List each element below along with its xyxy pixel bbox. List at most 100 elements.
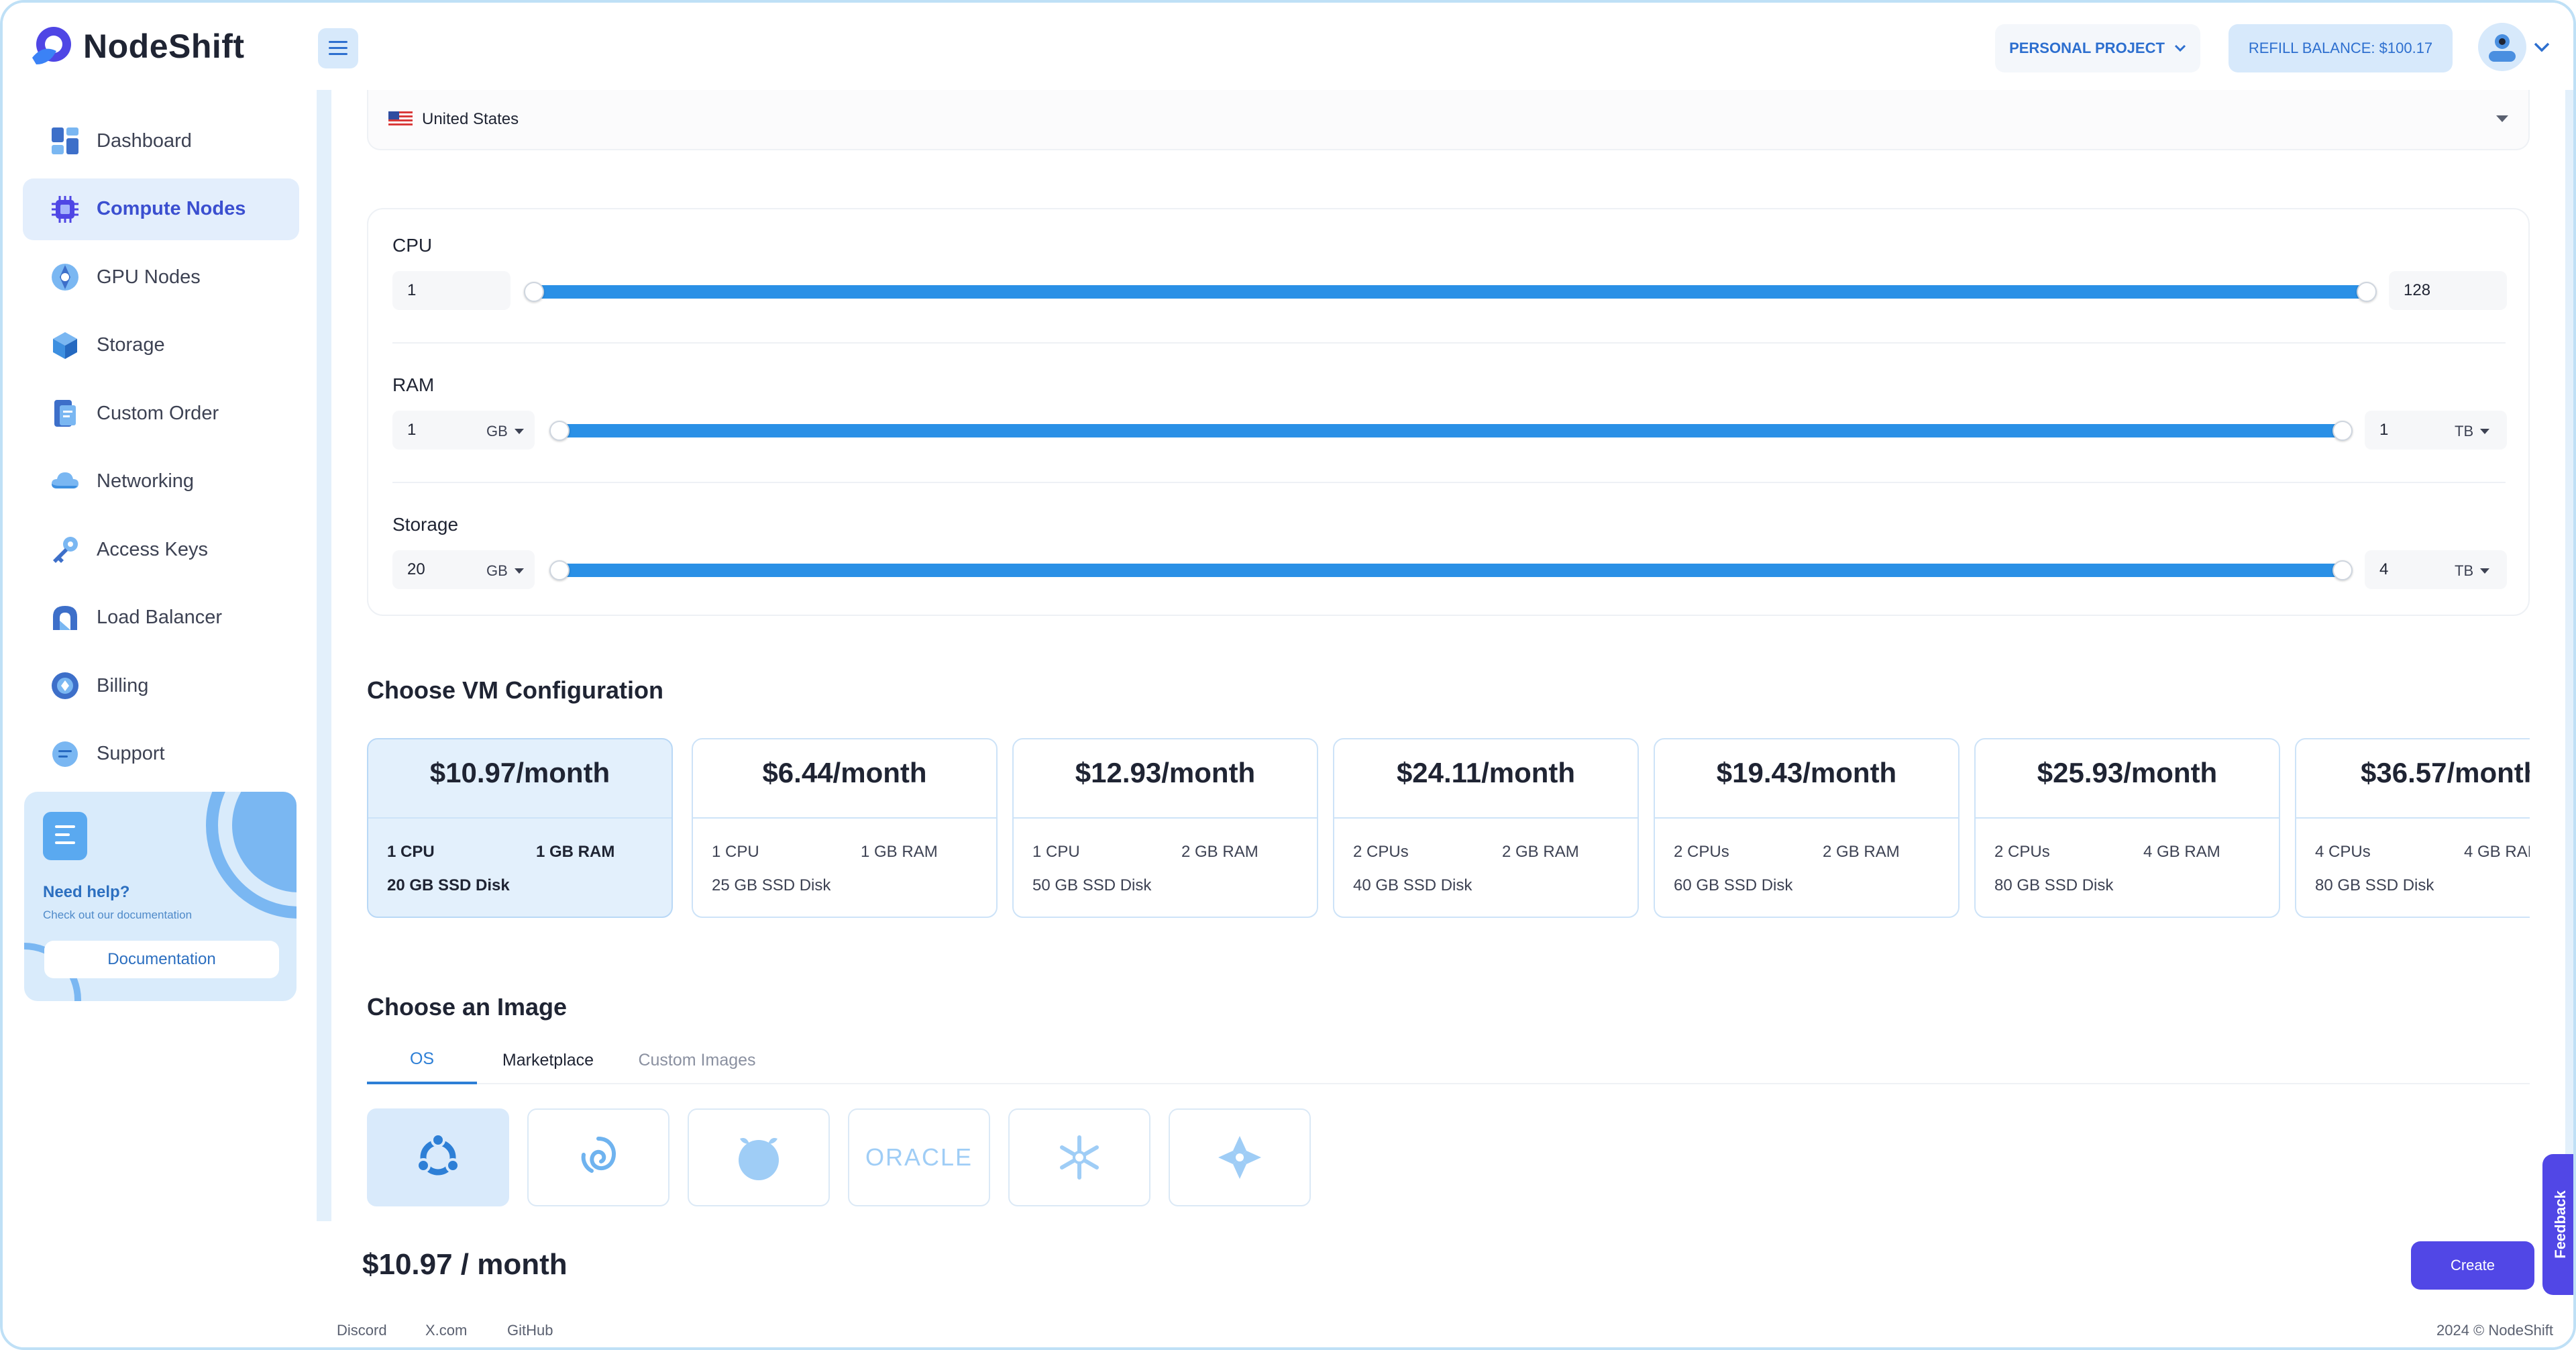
vm-price: $10.97/month	[429, 757, 610, 788]
region-value: United States	[422, 110, 519, 128]
ram-slider-track[interactable]	[557, 424, 2342, 437]
vm-price: $12.93/month	[1075, 757, 1256, 788]
sidebar-item-load-balancer[interactable]: Load Balancer	[23, 587, 299, 649]
vm-config-card[interactable]: $36.57/month 4 CPUs 4 GB RAM 80 GB SSD D…	[2295, 738, 2530, 918]
sidebar-item-access-keys[interactable]: Access Keys	[23, 519, 299, 580]
os-tile-oracle[interactable]: ORACLE	[848, 1108, 990, 1206]
divider	[1976, 817, 2279, 819]
vm-cpu: 2 CPUs	[1994, 843, 2050, 861]
sidebar-item-support[interactable]: Support	[23, 723, 299, 785]
vm-ram: 2 GB RAM	[1823, 843, 1900, 861]
cpu-min-handle[interactable]	[524, 282, 544, 302]
vm-price: $25.93/month	[2037, 757, 2218, 788]
os-tile-snowflake[interactable]	[1008, 1108, 1150, 1206]
image-tabs: OS Marketplace Custom Images	[367, 1036, 2530, 1084]
sidebar-item-label: Compute Nodes	[97, 198, 246, 219]
unit-label: TB	[2455, 562, 2474, 579]
sidebar-item-custom-order[interactable]: Custom Order	[23, 382, 299, 444]
documentation-button[interactable]: Documentation	[44, 941, 279, 978]
tab-marketplace[interactable]: Marketplace	[488, 1036, 608, 1084]
vm-price: $19.43/month	[1716, 757, 1897, 788]
hamburger-icon	[329, 41, 347, 55]
os-tile-debian[interactable]	[527, 1108, 669, 1206]
project-label: PERSONAL PROJECT	[2009, 40, 2165, 56]
footer-link-discord[interactable]: Discord	[337, 1322, 387, 1339]
vm-ram: 2 GB RAM	[1502, 843, 1579, 861]
divider	[392, 482, 2506, 483]
sidebar-item-storage[interactable]: Storage	[23, 315, 299, 376]
divider	[693, 817, 996, 819]
ram-min-unit-select[interactable]: GB	[486, 423, 524, 440]
help-decoration	[206, 792, 297, 919]
vm-disk: 50 GB SSD Disk	[1032, 876, 1152, 894]
footer-link-x[interactable]: X.com	[425, 1322, 467, 1339]
sidebar-item-networking[interactable]: Networking	[23, 451, 299, 513]
storage-max-unit-select[interactable]: TB	[2455, 562, 2490, 580]
vm-price: $24.11/month	[1396, 757, 1576, 788]
ram-max-handle[interactable]	[2332, 421, 2353, 441]
avatar-icon	[2489, 34, 2516, 62]
sidebar-item-label: Support	[97, 743, 165, 764]
ram-min-handle[interactable]	[549, 421, 570, 441]
sidebar: NodeShift Dashboard Compute Nodes GPU No…	[3, 3, 317, 1347]
tab-custom-images[interactable]: Custom Images	[623, 1036, 771, 1084]
region-select[interactable]: United States	[367, 90, 2530, 150]
vm-config-card[interactable]: $24.11/month 2 CPUs 2 GB RAM 40 GB SSD D…	[1333, 738, 1639, 918]
bottom-bar	[317, 1221, 2573, 1347]
vm-cpu: 1 CPU	[387, 843, 435, 861]
os-tile-centos[interactable]	[1169, 1108, 1311, 1206]
vm-config-card[interactable]: $6.44/month 1 CPU 1 GB RAM 25 GB SSD Dis…	[692, 738, 998, 918]
storage-max-handle[interactable]	[2332, 560, 2353, 580]
centos-icon	[1218, 1136, 1261, 1179]
cpu-min-input[interactable]: 1	[392, 271, 511, 310]
sidebar-item-dashboard[interactable]: Dashboard	[23, 110, 299, 172]
vm-config-card[interactable]: $25.93/month 2 CPUs 4 GB RAM 80 GB SSD D…	[1974, 738, 2280, 918]
vm-config-title: Choose VM Configuration	[367, 676, 663, 704]
cpu-label: CPU	[392, 235, 433, 256]
cpu-max-handle[interactable]	[2357, 282, 2377, 302]
create-button[interactable]: Create	[2411, 1241, 2534, 1290]
divider	[392, 342, 2506, 344]
tab-os[interactable]: OS	[367, 1036, 477, 1084]
vm-ram: 4 GB RAM	[2464, 843, 2530, 861]
divider	[1334, 817, 1638, 819]
unit-label: GB	[486, 562, 508, 579]
divider	[2296, 817, 2530, 819]
divider	[1014, 817, 1317, 819]
sidebar-item-compute-nodes[interactable]: Compute Nodes	[23, 178, 299, 240]
logo[interactable]: NodeShift	[30, 24, 245, 68]
storage-label: Storage	[392, 514, 459, 535]
project-selector[interactable]: PERSONAL PROJECT	[1995, 24, 2200, 72]
vm-config-card[interactable]: $19.43/month 2 CPUs 2 GB RAM 60 GB SSD D…	[1654, 738, 1960, 918]
help-card: Need help? Check out our documentation D…	[24, 792, 297, 1001]
vm-cpu: 1 CPU	[712, 843, 759, 861]
menu-toggle-button[interactable]	[318, 28, 358, 68]
sidebar-item-label: Load Balancer	[97, 607, 223, 628]
vm-disk: 80 GB SSD Disk	[1994, 876, 2114, 894]
storage-slider-track[interactable]	[557, 564, 2342, 577]
cpu-slider-track[interactable]	[533, 285, 2365, 299]
custom-order-icon	[50, 398, 80, 429]
refill-balance-button[interactable]: REFILL BALANCE: $100.17	[2229, 24, 2453, 72]
feedback-tab[interactable]: Feedback	[2542, 1154, 2573, 1295]
feedback-label: Feedback	[2552, 1190, 2569, 1259]
sidebar-item-label: Billing	[97, 674, 149, 696]
divider	[1655, 817, 1958, 819]
cpu-max-input[interactable]: 128	[2389, 271, 2507, 310]
ram-max-unit-select[interactable]: TB	[2455, 423, 2490, 440]
sidebar-item-billing[interactable]: Billing	[23, 655, 299, 717]
storage-min-handle[interactable]	[549, 560, 570, 580]
vm-ram: 1 GB RAM	[536, 843, 615, 861]
vm-price: $6.44/month	[762, 757, 927, 788]
dashboard-icon	[50, 125, 80, 156]
footer-link-github[interactable]: GitHub	[507, 1322, 553, 1339]
os-tile-freebsd[interactable]	[688, 1108, 830, 1206]
vm-config-card[interactable]: $12.93/month 1 CPU 2 GB RAM 50 GB SSD Di…	[1012, 738, 1318, 918]
storage-min-unit-select[interactable]: GB	[486, 562, 524, 580]
os-tile-ubuntu[interactable]	[367, 1108, 509, 1206]
sidebar-item-gpu-nodes[interactable]: GPU Nodes	[23, 246, 299, 308]
user-menu[interactable]	[2478, 23, 2551, 71]
help-title: Need help?	[43, 883, 130, 901]
vm-cpu: 4 CPUs	[2315, 843, 2371, 861]
vm-config-card[interactable]: $10.97/month 1 CPU 1 GB RAM 20 GB SSD Di…	[367, 738, 673, 918]
